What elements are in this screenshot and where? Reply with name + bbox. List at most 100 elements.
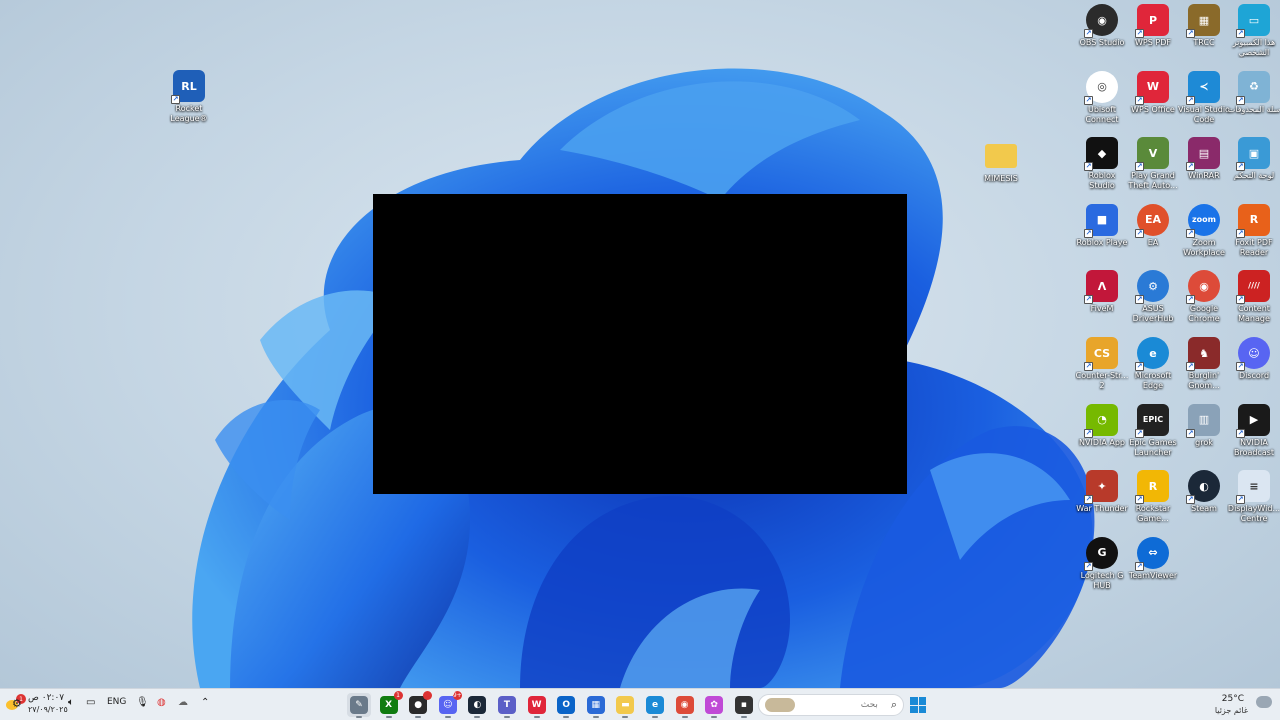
desktop-shortcut[interactable]: ▥ ↗ grok [1178, 403, 1230, 448]
desktop-shortcut[interactable]: ◉ ↗ OBS Studio [1076, 4, 1128, 48]
taskbar-file-explorer[interactable]: ▬ [613, 693, 637, 718]
desktop-icon-label: NVIDIA Broadcast [1233, 437, 1275, 457]
desktop-shortcut[interactable]: ▭ ↗ هذا الكمبيوتر الشخصي [1228, 4, 1280, 58]
taskbar-paint-app[interactable]: ✎ [347, 693, 371, 718]
desktop-shortcut[interactable]: ■ ↗ Roblox Playe [1076, 203, 1128, 248]
taskbar-wps[interactable]: W [525, 693, 549, 718]
desktop-shortcut[interactable]: zoom ↗ Zoom Workplace [1178, 203, 1230, 258]
taskbar-outlook[interactable]: O [554, 693, 578, 718]
desktop-shortcut[interactable]: e ↗ Microsoft Edge [1127, 337, 1179, 391]
weather-info[interactable]: 25°C غائم جزئيا [1204, 692, 1274, 718]
desktop-shortcut[interactable]: ////↗ Content Manage [1228, 270, 1280, 324]
burglin-gnomes-icon: ♞ ↗ [1186, 337, 1220, 371]
desktop-shortcut[interactable]: ▣ ↗ لوحة التحكم [1228, 137, 1280, 181]
desktop-icon-label: Steam [1191, 504, 1217, 514]
desktop-icon-label: Counter-Str... 2 [1075, 371, 1129, 390]
shortcut-arrow-icon: ↗ [171, 95, 180, 104]
desktop-shortcut[interactable]: ♞ ↗ Burglin' Gnom... [1178, 337, 1230, 391]
desktop-shortcut[interactable]: W ↗ WPS Office [1127, 70, 1179, 115]
desktop-icon-label: War Thunder [1076, 504, 1128, 514]
shortcut-arrow-icon: ↗ [1236, 428, 1245, 438]
desktop-shortcut[interactable]: CS ↗ Counter-Str... 2 [1076, 337, 1128, 391]
desktop-shortcut[interactable]: ◎ ↗ Ubisoft Connect [1076, 70, 1128, 125]
epic-games-icon: EPIC ↗ [1135, 403, 1169, 438]
gta-v-icon: V ↗ [1135, 137, 1169, 172]
desktop-shortcut[interactable]: EPIC ↗ Epic Games Launcher [1127, 403, 1179, 458]
taskbar-xbox[interactable]: X1 [377, 691, 403, 718]
volume-icon[interactable]: 🔈︎ [68, 697, 74, 708]
teams-icon: T [498, 696, 516, 714]
desktop-folder-mimesis[interactable]: MIMESIS [975, 140, 1027, 184]
desktop-icon-label: NVIDIA App [1079, 437, 1125, 447]
desktop-icon-label: Content Manage [1238, 304, 1270, 324]
start-button[interactable] [906, 693, 930, 717]
edge-icon: e [646, 696, 664, 714]
display-icon[interactable]: ▭ [86, 697, 95, 708]
desktop-shortcut[interactable]: ▶ ↗ NVIDIA Broadcast [1228, 403, 1280, 458]
language-indicator[interactable]: ENG [107, 697, 126, 707]
desktop-shortcut[interactable]: ≺ ↗ Visual Studio Code [1178, 70, 1230, 125]
taskbar-search[interactable]: ⌕ [758, 694, 904, 716]
desktop: RL ↗ Rocket League® MIMESIS ◉ ↗ OBS Studio P ↗… [0, 0, 1280, 688]
chevron-up-icon[interactable]: ⌃ [201, 697, 209, 708]
taskbar-teams[interactable]: T [495, 693, 519, 718]
desktop-icon-label: Ubisoft Connect [1085, 104, 1119, 124]
desktop-shortcut[interactable]: G ↗ Logitech G HUB [1076, 536, 1128, 591]
search-input[interactable] [807, 700, 878, 710]
shortcut-arrow-icon: ↗ [1084, 428, 1093, 438]
desktop-icon-label: Visual Studio Code [1178, 104, 1230, 124]
running-indicator [711, 716, 718, 718]
taskbar: 1 ٠٢:٠٧ ص ٢٧/٠٩/٢٠٢٥ ⚙ ▭ ◠ 🔈︎ ENG 🎙︎ ◍ ☁… [0, 688, 1280, 720]
desktop-icon-label: Microsoft Edge [1134, 371, 1172, 390]
taskbar-steam[interactable]: ◐ [465, 693, 489, 718]
microphone-icon[interactable]: 🎙︎ [136, 697, 149, 708]
desktop-icon-label: Rockstar Game... [1135, 504, 1171, 524]
taskbar-discord[interactable]: ☺ 9+ [436, 691, 462, 718]
desktop-shortcut[interactable]: ◉ ↗ Google Chrome [1178, 270, 1230, 324]
desktop-shortcut[interactable]: ≡ ↗ DisplayWid... Centre [1228, 470, 1280, 524]
onedrive-icon[interactable]: ☁ [178, 697, 188, 708]
taskbar-terminal[interactable]: ▪ [732, 693, 756, 718]
control-panel-icon: ▣ ↗ [1236, 137, 1270, 172]
clock-date[interactable]: ٢٧/٠٩/٢٠٢٥ [28, 705, 68, 714]
desktop-shortcut[interactable]: ⚙ ↗ ASUS DriverHub [1127, 270, 1179, 324]
fivem-icon: Λ ↗ [1084, 270, 1118, 305]
taskbar-edge[interactable]: e [643, 693, 667, 718]
taskbar-chrome[interactable]: ◉ [673, 693, 697, 718]
desktop-shortcut[interactable]: ◐ ↗ Steam [1178, 470, 1230, 514]
shortcut-arrow-icon: ↗ [1135, 295, 1144, 305]
desktop-shortcut[interactable]: P ↗ WPS PDF [1127, 4, 1179, 48]
desktop-shortcut[interactable]: ▤ ↗ WinRAR [1178, 137, 1230, 181]
taskbar-store[interactable]: ▦ [584, 693, 608, 718]
content-manager-icon: ////↗ [1236, 270, 1270, 305]
desktop-shortcut[interactable]: ☺ ↗ Discord [1228, 337, 1280, 381]
discord-icon: ☺ ↗ [1236, 337, 1270, 371]
desktop-shortcut[interactable]: ◆ ↗ Roblox Studio [1076, 137, 1128, 191]
shortcut-arrow-icon: ↗ [1084, 162, 1093, 172]
clock-time[interactable]: ٠٢:٠٧ ص [28, 693, 64, 703]
desktop-shortcut[interactable]: EA ↗ EA [1127, 203, 1179, 248]
desktop-shortcut[interactable]: Λ ↗ FiveM [1076, 270, 1128, 314]
edge-icon: e ↗ [1135, 337, 1169, 371]
ea-icon: EA ↗ [1135, 203, 1169, 238]
desktop-icon-label: WPS PDF [1135, 38, 1171, 47]
desktop-shortcut[interactable]: ◔ ↗ NVIDIA App [1076, 403, 1128, 448]
desktop-shortcut[interactable]: ▦ ↗ TRCC [1178, 4, 1230, 48]
desktop-shortcut[interactable]: R ↗ Rockstar Game... [1127, 470, 1179, 524]
desktop-shortcut[interactable]: ✦ ↗ War Thunder [1076, 470, 1128, 514]
shortcut-arrow-icon: ↗ [1186, 95, 1195, 105]
taskbar-copilot[interactable]: ✿ [702, 693, 726, 718]
settings-icon[interactable]: ⚙ [12, 697, 22, 710]
desktop-shortcut[interactable]: V ↗ Play Grand Theft Auto... [1127, 137, 1179, 191]
desktop-shortcut[interactable]: ⇔ ↗ TeamViewer [1127, 536, 1179, 581]
notification-badge: 1 [393, 691, 403, 700]
desktop-icon-label: Foxit PDF Reader [1235, 237, 1273, 257]
desktop-shortcut[interactable]: ♻ ↗ سلة المحذوفات [1228, 70, 1280, 115]
shortcut-arrow-icon: ↗ [1236, 29, 1245, 38]
app-tray-icon[interactable]: ◍ [157, 697, 166, 708]
shortcut-arrow-icon: ↗ [1186, 228, 1195, 238]
taskbar-app-dark[interactable]: ● [406, 691, 433, 718]
desktop-shortcut[interactable]: RL ↗ Rocket League® [163, 70, 215, 124]
desktop-shortcut[interactable]: R ↗ Foxit PDF Reader [1228, 203, 1280, 258]
desktop-icon-label: WPS Office [1131, 104, 1175, 114]
